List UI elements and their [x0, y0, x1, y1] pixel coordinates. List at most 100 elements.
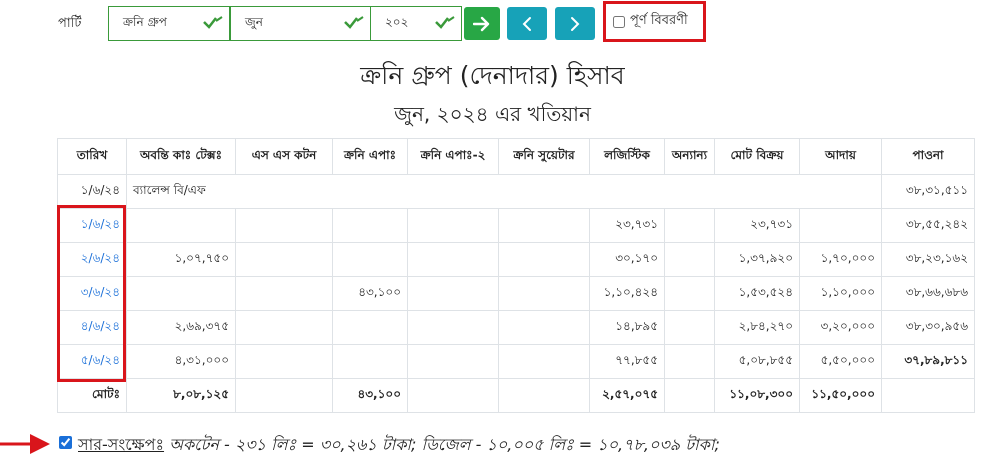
table-cell: ৩৮,৩০,৯৫৬ — [881, 310, 975, 345]
column-header[interactable]: মোট বিক্রয় — [714, 138, 800, 175]
column-header[interactable]: অন্যান্য — [664, 138, 715, 175]
row-date-cell: ৩/৬/২৪ — [57, 276, 127, 311]
next-month-button[interactable] — [555, 7, 595, 40]
date-link[interactable]: ১/৬/২৪ — [81, 217, 120, 231]
summary-text: অকটেন - ২৩১ লিঃ = ৩০,২৬১ টাকা; ডিজেল - ১… — [169, 435, 720, 454]
table-cell: ১,১০,৪২৪ — [589, 276, 665, 311]
arrow-right-icon — [473, 16, 490, 31]
table-cell: ৪,৩১,০০০ — [126, 344, 236, 379]
table-cell — [407, 208, 499, 243]
table-cell — [498, 276, 590, 311]
total-cell: ৪৩,১০০ — [332, 378, 408, 413]
balance-bf-row: ১/৬/২৪ ব্যালেন্স বি/এফ ৩৮,৩১,৫১১ — [57, 174, 975, 209]
year-select[interactable]: ২০২ — [370, 6, 462, 41]
total-cell: ২,৫৭,০৭৫ — [589, 378, 665, 413]
table-cell: ২৩,৭৩১ — [589, 208, 665, 243]
table-cell: ১,৭০,০০০ — [799, 242, 882, 277]
table-row: ৫/৬/২৪ ৪,৩১,০০০ ৭৭,৮৫৫ ৫,০৮,৮৫৫ ৫,৫০,০০০ ৩৭,৮… — [57, 344, 975, 379]
party-select-value: ক্রনি গ্রুপ — [123, 14, 167, 29]
column-header[interactable]: অবন্তি কাঃ টেক্সঃ — [126, 138, 236, 175]
table-cell — [407, 344, 499, 379]
column-header[interactable]: ক্রনি এপাঃ-২ — [407, 138, 499, 175]
table-header-row: তারিখ অবন্তি কাঃ টেক্সঃ এস এস কটন ক্রনি … — [57, 138, 975, 175]
full-details-label: পূর্ণ বিবরণী — [630, 13, 688, 28]
total-cell: ১১,০৮,৩০০ — [714, 378, 800, 413]
table-cell: ৩৮,৫৫,২৪২ — [881, 208, 975, 243]
go-button[interactable] — [464, 7, 500, 40]
table-cell — [498, 208, 590, 243]
valid-check-icon — [203, 16, 223, 29]
arrow-right-icon — [0, 434, 50, 454]
bf-label: ব্যালেন্স বি/এফ — [126, 174, 882, 209]
row-date-cell: ১/৬/২৪ — [57, 208, 127, 243]
bf-balance: ৩৮,৩১,৫১১ — [881, 174, 975, 209]
column-header[interactable]: আদায় — [799, 138, 882, 175]
table-cell — [664, 208, 715, 243]
table-cell — [332, 344, 408, 379]
date-link[interactable]: ৪/৬/২৪ — [81, 319, 120, 333]
row-date-cell: ৪/৬/২৪ — [57, 310, 127, 345]
table-cell: ১,০৭,৭৫০ — [126, 242, 236, 277]
summary-line: সার-সংক্ষেপঃ অকটেন - ২৩১ লিঃ = ৩০,২৬১ টা… — [78, 432, 720, 459]
column-header[interactable]: লজিস্টিক — [589, 138, 665, 175]
table-cell — [235, 242, 333, 277]
table-cell — [332, 208, 408, 243]
table-cell: ৭৭,৮৫৫ — [589, 344, 665, 379]
table-cell: ২,৬৯,৩৭৫ — [126, 310, 236, 345]
table-cell: ২৩,৭৩১ — [714, 208, 800, 243]
table-cell: ৫,০৮,৮৫৫ — [714, 344, 800, 379]
table-cell — [126, 276, 236, 311]
table-row: ১/৬/২৪ ২৩,৭৩১ ২৩,৭৩১ ৩৮,৫৫,২৪২ — [57, 208, 975, 243]
column-header[interactable]: ক্রনি এপাঃ — [332, 138, 408, 175]
table-cell: ১৪,৮৯৫ — [589, 310, 665, 345]
row-date-cell: ৫/৬/২৪ — [57, 344, 127, 379]
table-cell — [332, 310, 408, 345]
table-cell — [799, 208, 882, 243]
table-row: ৪/৬/২৪ ২,৬৯,৩৭৫ ১৪,৮৯৫ ২,৮৪,২৭০ ৩,২০,০০০ ৩৮,৩… — [57, 310, 975, 345]
table-row: ৩/৬/২৪ ৪৩,১০০ ১,১০,৪২৪ ১,৫৩,৫২৪ ১,১০,০০০ ৩৮,৬… — [57, 276, 975, 311]
table-cell — [664, 344, 715, 379]
page-title: ক্রনি গ্রুপ (দেনাদার) হিসাব — [360, 61, 625, 90]
column-header[interactable]: তারিখ — [57, 138, 127, 175]
previous-month-button[interactable] — [507, 7, 547, 40]
table-cell — [498, 344, 590, 379]
row-date-cell: ২/৬/২৪ — [57, 242, 127, 277]
column-header[interactable]: পাওনা — [881, 138, 975, 175]
table-cell — [664, 242, 715, 277]
date-link[interactable]: ৫/৬/২৪ — [81, 353, 120, 367]
table-cell — [664, 310, 715, 345]
total-cell — [235, 378, 333, 413]
table-cell: ১,১০,০০০ — [799, 276, 882, 311]
date-link[interactable]: ২/৬/২৪ — [81, 251, 120, 265]
table-cell — [407, 276, 499, 311]
bf-date: ১/৬/২৪ — [57, 174, 127, 209]
table-cell — [235, 208, 333, 243]
month-select[interactable]: জুন — [230, 6, 371, 41]
table-cell — [235, 310, 333, 345]
month-select-value: জুন — [245, 14, 263, 29]
total-label: মোটঃ — [57, 378, 127, 413]
table-cell — [235, 276, 333, 311]
table-cell: ২,৮৪,২৭০ — [714, 310, 800, 345]
full-details-toggle[interactable]: পূর্ণ বিবরণী — [603, 1, 706, 42]
table-cell — [407, 310, 499, 345]
column-header[interactable]: ক্রনি সুয়েটার — [498, 138, 590, 175]
total-row: মোটঃ ৮,০৮,১২৫ ৪৩,১০০ ২,৫৭,০৭৫ ১১,০৮,৩০০ ১১,৫০… — [57, 378, 975, 413]
valid-check-icon — [435, 16, 455, 29]
page-subtitle: জুন, ২০২৪ এর খতিয়ান — [394, 102, 591, 126]
table-cell — [126, 208, 236, 243]
date-link[interactable]: ৩/৬/২৪ — [81, 285, 120, 299]
table-cell — [235, 344, 333, 379]
table-cell: ৩৭,৮৯,৮১১ — [881, 344, 975, 379]
summary-checkbox[interactable] — [59, 436, 72, 449]
table-row: ২/৬/২৪ ১,০৭,৭৫০ ৩০,১৭০ ১,৩৭,৯২০ ১,৭০,০০০ ৩৮,২… — [57, 242, 975, 277]
table-cell — [498, 242, 590, 277]
ledger-table: তারিখ অবন্তি কাঃ টেক্সঃ এস এস কটন ক্রনি … — [57, 138, 975, 413]
column-header[interactable]: এস এস কটন — [235, 138, 333, 175]
total-cell — [407, 378, 499, 413]
table-cell: ৩৮,২৩,১৬২ — [881, 242, 975, 277]
total-cell: ৮,০৮,১২৫ — [126, 378, 236, 413]
total-cell — [498, 378, 590, 413]
party-select[interactable]: ক্রনি গ্রুপ — [108, 6, 230, 41]
full-details-checkbox[interactable] — [613, 15, 625, 28]
